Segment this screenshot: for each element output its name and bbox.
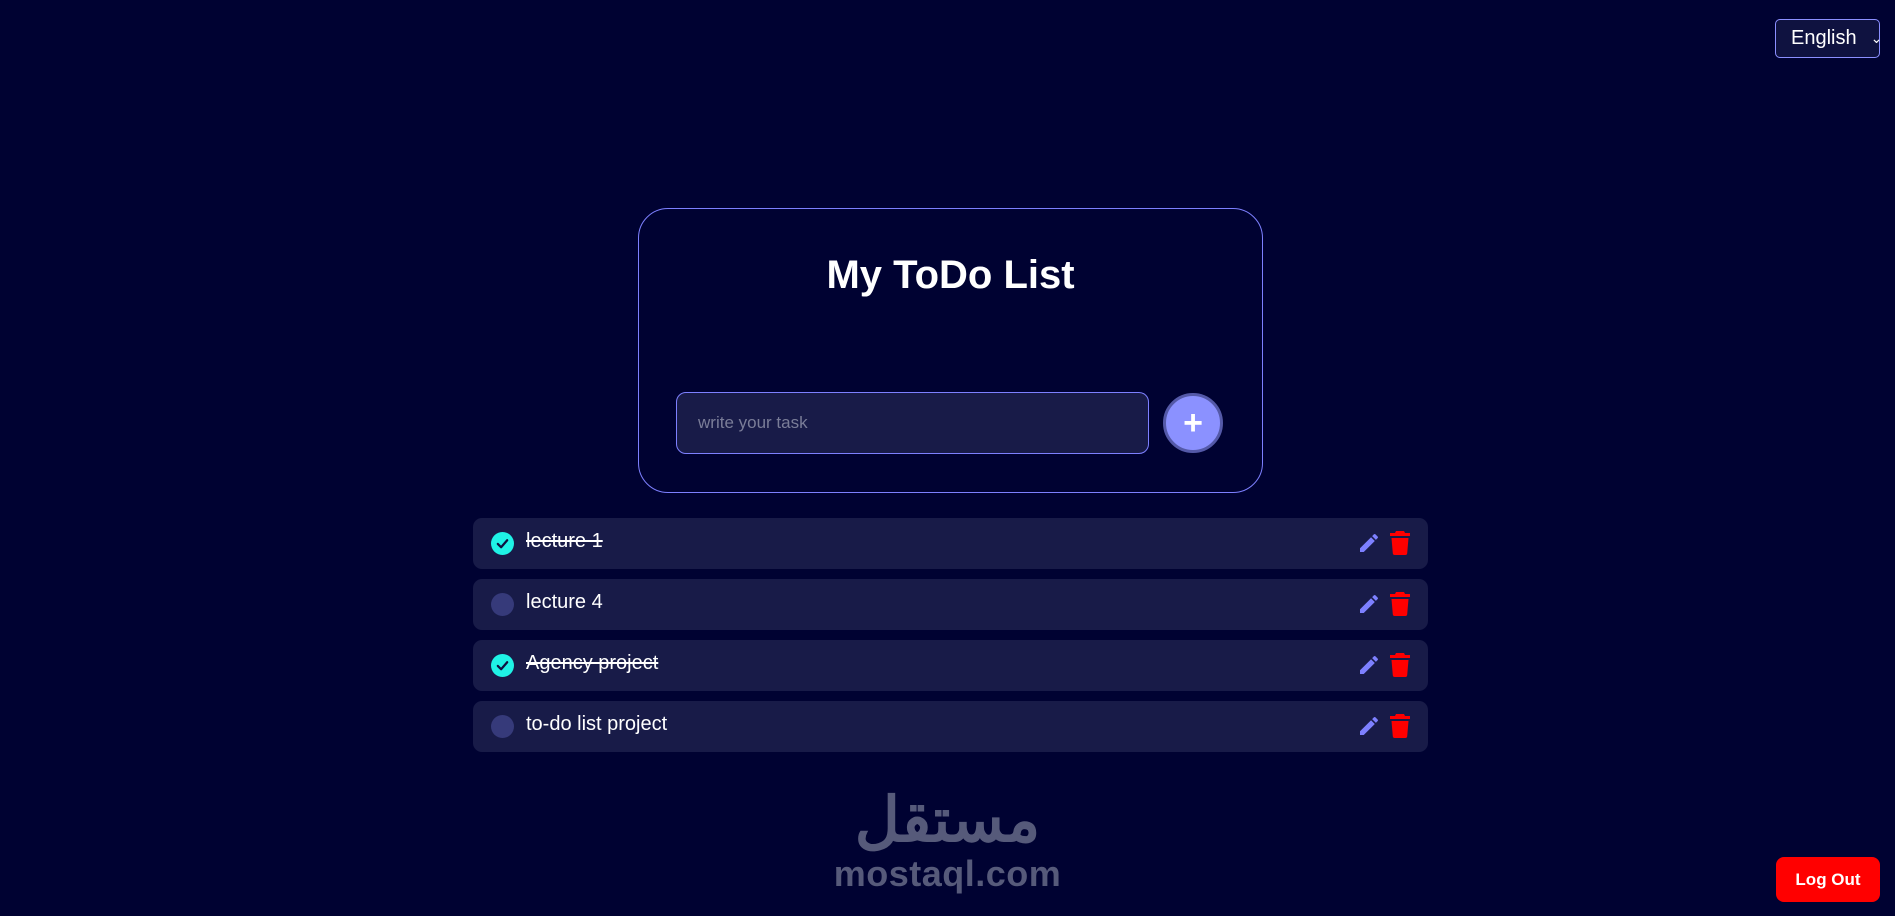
pencil-icon[interactable] xyxy=(1357,531,1381,555)
language-select[interactable]: English ⌄ xyxy=(1775,19,1883,58)
watermark-logo: مستقل mostaql.com xyxy=(830,790,1065,892)
circle-icon[interactable] xyxy=(491,715,514,738)
trash-icon[interactable] xyxy=(1390,714,1410,738)
task-list: lecture 1 lecture 4 Agency project to-do… xyxy=(473,518,1428,762)
pencil-icon[interactable] xyxy=(1357,653,1381,677)
check-circle-icon[interactable] xyxy=(491,654,514,677)
task-text: Agency project xyxy=(526,652,659,674)
check-circle-icon[interactable] xyxy=(491,532,514,555)
task-row: to-do list project xyxy=(473,701,1428,752)
page-title: My ToDo List xyxy=(826,253,1075,297)
task-row: Agency project xyxy=(473,640,1428,691)
task-text: lecture 1 xyxy=(526,530,603,552)
pencil-icon[interactable] xyxy=(1357,714,1381,738)
trash-icon[interactable] xyxy=(1390,531,1410,555)
task-text: to-do list project xyxy=(526,713,668,735)
watermark-latin: mostaql.com xyxy=(833,853,1062,894)
task-row: lecture 4 xyxy=(473,579,1428,630)
task-text: lecture 4 xyxy=(526,591,603,613)
add-task-button[interactable]: + xyxy=(1163,393,1223,453)
task-input[interactable] xyxy=(676,392,1149,454)
circle-icon[interactable] xyxy=(491,593,514,616)
watermark-arabic: مستقل xyxy=(854,786,1041,855)
logout-button[interactable]: Log Out xyxy=(1776,857,1880,902)
trash-icon[interactable] xyxy=(1390,653,1410,677)
trash-icon[interactable] xyxy=(1390,592,1410,616)
language-select-value: English xyxy=(1791,27,1857,49)
plus-icon: + xyxy=(1183,404,1203,442)
task-row: lecture 1 xyxy=(473,518,1428,569)
chevron-down-icon: ⌄ xyxy=(1870,30,1883,46)
todo-card: My ToDo List + xyxy=(638,208,1263,493)
pencil-icon[interactable] xyxy=(1357,592,1381,616)
